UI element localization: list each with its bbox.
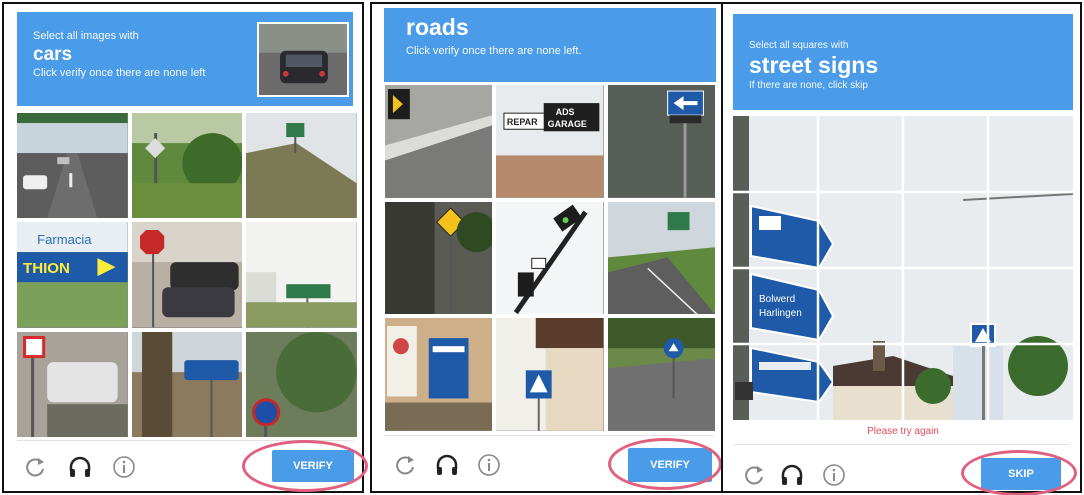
- instruction-text: Select all squares with: [749, 40, 849, 51]
- image-tile[interactable]: [607, 318, 715, 431]
- image-tile[interactable]: [496, 201, 604, 315]
- footer-divider: [733, 444, 1070, 445]
- tile-sign-text: Harlingen: [759, 308, 802, 319]
- reload-icon[interactable]: [741, 462, 767, 488]
- image-tile[interactable]: [385, 318, 493, 431]
- challenge-header: Select all images with cars Click verify…: [17, 12, 353, 106]
- tile-sign-text: REPAR: [507, 117, 538, 127]
- target-label: roads: [406, 14, 469, 40]
- annotation-circle: [242, 440, 368, 492]
- headphones-icon[interactable]: [67, 454, 93, 480]
- footer-divider: [384, 435, 714, 436]
- target-label: street signs: [749, 52, 879, 78]
- captcha-panel-cars: Select all images with cars Click verify…: [2, 2, 368, 493]
- image-tile[interactable]: [131, 222, 243, 328]
- tile-sign-text: ADS: [556, 107, 575, 117]
- image-tile[interactable]: THION Farmacia: [17, 222, 128, 328]
- image-tile[interactable]: [246, 113, 357, 219]
- info-icon[interactable]: [821, 462, 847, 488]
- tile-sign-text: THION: [23, 261, 70, 278]
- image-tile[interactable]: [607, 85, 715, 198]
- image-tile[interactable]: [17, 331, 128, 437]
- challenge-header: roads Click verify once there are none l…: [384, 8, 716, 82]
- example-car-image: [257, 22, 349, 97]
- tile-sign-text: Farmacia: [37, 232, 92, 247]
- headphones-icon[interactable]: [434, 452, 460, 478]
- image-tile[interactable]: [131, 113, 243, 219]
- image-grid: THION Farmacia: [17, 113, 357, 437]
- instruction-text: Select all images with: [33, 30, 139, 42]
- tile-sign-text: GARAGE: [548, 119, 587, 129]
- target-label: cars: [33, 44, 73, 65]
- reload-icon[interactable]: [22, 454, 48, 480]
- image-tile[interactable]: [385, 85, 493, 198]
- captcha-panel-roads: roads Click verify once there are none l…: [370, 2, 724, 493]
- error-message: Please try again: [867, 426, 939, 437]
- image-tile[interactable]: [607, 201, 715, 315]
- info-icon[interactable]: [111, 454, 137, 480]
- challenge-header: Select all squares with street signs If …: [733, 14, 1073, 110]
- image-tile[interactable]: [246, 222, 357, 328]
- image-tile[interactable]: REPAR ADS GARAGE: [496, 85, 604, 198]
- reload-icon[interactable]: [392, 452, 418, 478]
- image-tile[interactable]: [496, 318, 604, 431]
- hint-text: Click verify once there are none left.: [406, 45, 582, 57]
- image-grid: REPAR ADS GARAGE: [385, 85, 715, 431]
- annotation-circle: [608, 438, 722, 490]
- image-tile[interactable]: [385, 201, 493, 315]
- image-tile[interactable]: [246, 331, 357, 437]
- image-tile[interactable]: [131, 331, 243, 437]
- hint-text: Click verify once there are none left: [33, 67, 206, 79]
- annotation-circle: [961, 450, 1077, 495]
- headphones-icon[interactable]: [779, 462, 805, 488]
- hint-text: If there are none, click skip: [749, 80, 868, 91]
- street-signs-image: Bolwerd Harlingen: [733, 116, 1073, 420]
- info-icon[interactable]: [476, 452, 502, 478]
- tile-sign-text: Bolwerd: [759, 294, 795, 305]
- image-tile[interactable]: [17, 113, 128, 219]
- captcha-panel-street-signs: Select all squares with street signs If …: [721, 2, 1082, 495]
